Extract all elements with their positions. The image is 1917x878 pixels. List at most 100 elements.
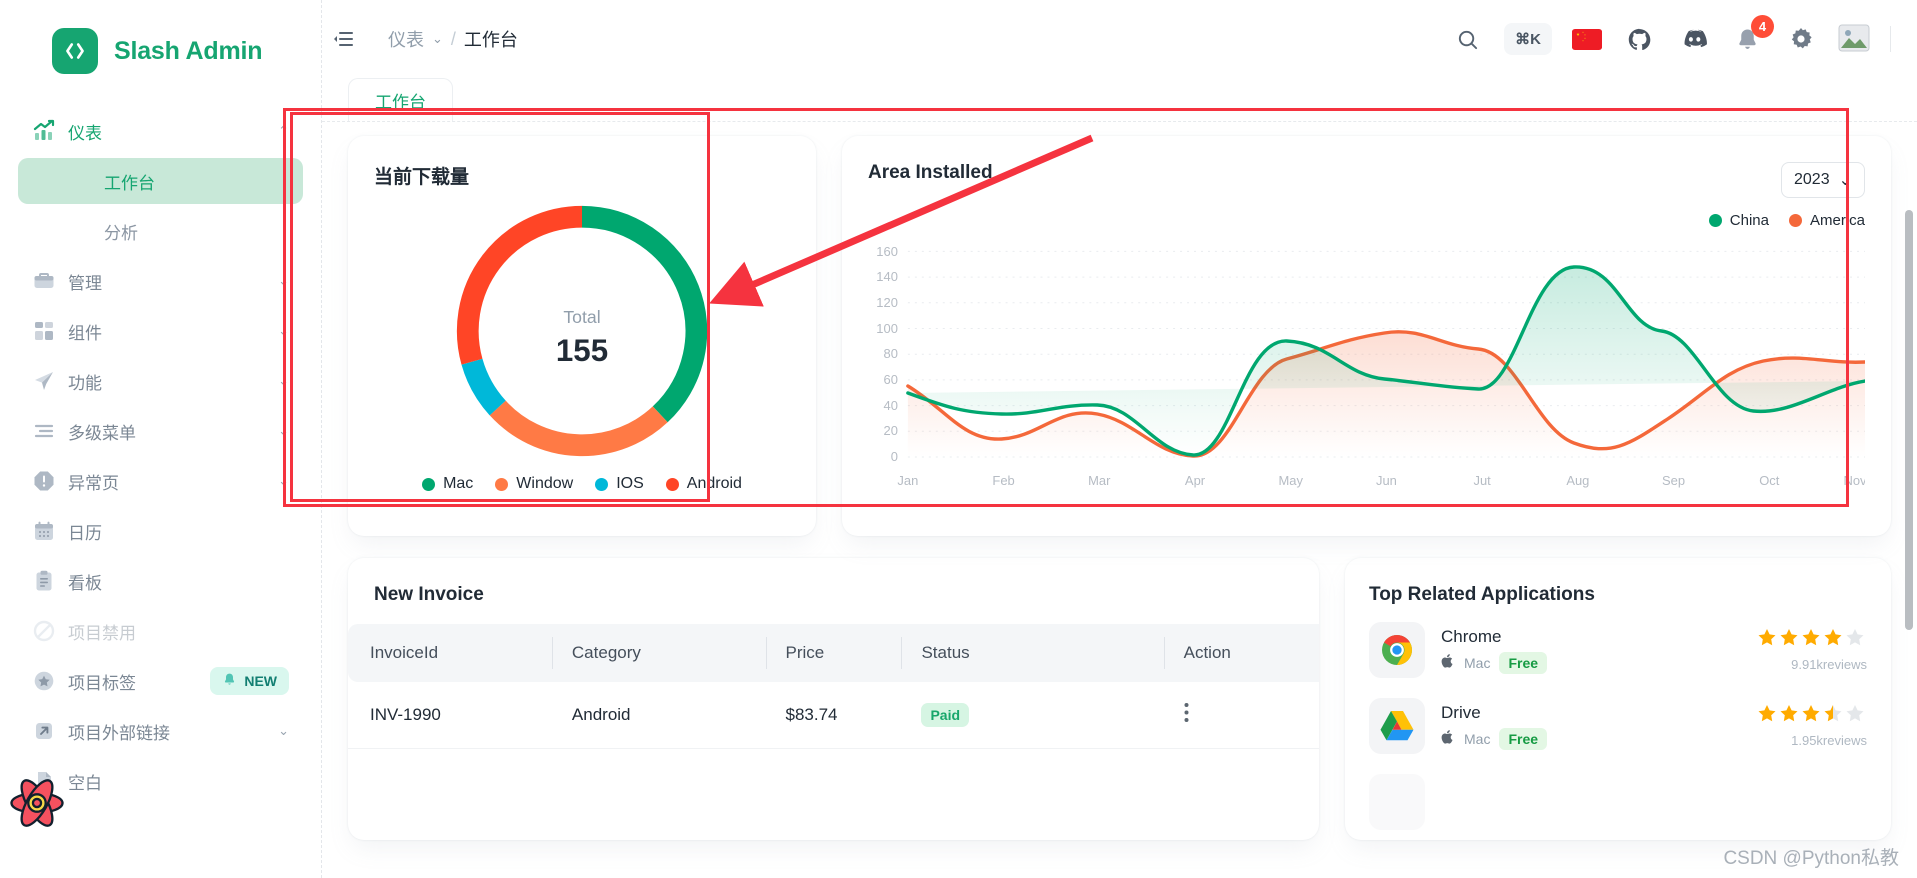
alert-octagon-icon xyxy=(32,469,68,493)
brand-name: Slash Admin xyxy=(114,36,263,65)
x-tick-label: Feb xyxy=(992,473,1014,488)
sidebar-item-analysis[interactable]: 分析 xyxy=(18,208,303,254)
sidebar-item-label: 多级菜单 xyxy=(68,423,136,443)
sidebar-item-label: 管理 xyxy=(68,273,102,293)
sidebar-item-disabled-project: 项目禁用 xyxy=(18,608,303,654)
legend-label: America xyxy=(1809,212,1865,229)
col-invoice-id: InvoiceId xyxy=(348,624,552,682)
legend-label: Mac xyxy=(443,475,474,492)
sidebar-item-functions[interactable]: 功能 ⌄ xyxy=(18,358,303,404)
sidebar-item-external-link[interactable]: 项目外部链接 ⌄ xyxy=(18,708,303,754)
list-item[interactable]: Drive Mac Free 1.95kreviews xyxy=(1369,688,1867,764)
legend-item-america[interactable]: America xyxy=(1788,212,1865,229)
y-tick-label: 0 xyxy=(891,449,898,464)
badge-label: NEW xyxy=(244,673,277,689)
gear-icon[interactable] xyxy=(1784,22,1818,56)
sidebar-item-label: 项目标签 xyxy=(68,673,136,693)
search-icon[interactable] xyxy=(1450,22,1484,56)
app-sub: Mac Free xyxy=(1441,651,1741,674)
app-reviews: 9.91kreviews xyxy=(1791,657,1867,672)
external-link-icon xyxy=(32,719,68,743)
chevron-down-icon: ⌄ xyxy=(278,423,289,438)
tab-bar: 工作台 xyxy=(322,78,1917,122)
topbar-actions: ⌘K 4 xyxy=(1450,15,1891,56)
app-price-badge: Free xyxy=(1499,651,1548,674)
status-badge: Paid xyxy=(921,703,970,727)
sidebar-subitem-label: 分析 xyxy=(104,223,138,243)
sidebar-item-multilevel-menu[interactable]: 多级菜单 ⌄ xyxy=(18,408,303,454)
col-category: Category xyxy=(551,624,766,682)
sidebar-item-label: 组件 xyxy=(68,323,102,343)
app-reviews: 1.95kreviews xyxy=(1791,733,1867,748)
area-installed-card: Area Installed 2023 ⌄ China America 0 20… xyxy=(842,136,1891,536)
sidebar: Slash Admin 仪表 ⌃ 工作台 分析 管理 ⌄ 组件 ⌄ 功能 ⌄ 多… xyxy=(0,0,322,878)
app-platform: Mac xyxy=(1464,730,1491,747)
donut-chart: Total 155 xyxy=(374,195,790,467)
sidebar-item-workbench[interactable]: 工作台 xyxy=(18,158,303,204)
legend-color-dot xyxy=(1708,214,1722,227)
legend-color-dot xyxy=(495,477,509,491)
year-select[interactable]: 2023 ⌄ xyxy=(1781,162,1865,198)
x-tick-label: Jut xyxy=(1474,473,1492,488)
content-area: 当前下载量 Total 155 Mac Window IOS Android A… xyxy=(322,122,1917,840)
sidebar-item-project-label[interactable]: 项目标签 NEW xyxy=(18,658,303,704)
sidebar-item-components[interactable]: 组件 ⌄ xyxy=(18,308,303,354)
react-logo-icon xyxy=(8,774,66,832)
breadcrumb-separator: / xyxy=(450,28,456,49)
table-row[interactable]: INV-1990 Android $83.74 Paid xyxy=(348,682,1319,749)
legend-item-window[interactable]: Window xyxy=(495,475,573,493)
sidebar-item-error-pages[interactable]: 异常页 ⌄ xyxy=(18,458,303,504)
app-price-badge: Free xyxy=(1499,727,1548,750)
legend-item-ios[interactable]: IOS xyxy=(595,475,644,493)
avatar[interactable] xyxy=(1838,24,1870,54)
tab-label: 工作台 xyxy=(375,93,426,112)
breadcrumb-parent[interactable]: 仪表 xyxy=(388,26,424,52)
legend-item-mac[interactable]: Mac xyxy=(422,475,473,493)
legend-label: Window xyxy=(516,475,574,492)
notifications-bell-icon[interactable]: 4 xyxy=(1730,15,1774,56)
china-flag-icon[interactable] xyxy=(1572,28,1602,50)
chrome-icon xyxy=(1369,622,1425,678)
sidebar-item-label: 看板 xyxy=(68,573,102,593)
chevron-down-icon[interactable]: ⌄ xyxy=(432,31,443,47)
row-actions-menu-icon[interactable] xyxy=(1184,703,1189,728)
sidebar-item-label: 功能 xyxy=(68,373,102,393)
legend-item-china[interactable]: China xyxy=(1708,212,1769,229)
y-tick-label: 60 xyxy=(883,372,897,387)
brand[interactable]: Slash Admin xyxy=(0,0,321,94)
x-tick-label: Oct xyxy=(1759,473,1780,488)
y-tick-label: 40 xyxy=(883,398,897,413)
charts-row: 当前下载量 Total 155 Mac Window IOS Android A… xyxy=(348,136,1891,536)
calendar-icon xyxy=(32,519,68,543)
legend-color-dot xyxy=(665,477,679,491)
app-name: Drive xyxy=(1441,702,1481,722)
x-tick-label: Mar xyxy=(1088,473,1111,488)
chevron-down-icon: ⌄ xyxy=(278,273,289,288)
list-item[interactable] xyxy=(1369,764,1867,840)
sidebar-item-kanban[interactable]: 看板 xyxy=(18,558,303,604)
star-rating-icon xyxy=(1757,628,1867,652)
area-card-title: Area Installed xyxy=(868,162,993,183)
invoice-table: InvoiceId Category Price Status Action I… xyxy=(348,624,1319,749)
bell-icon xyxy=(222,672,237,690)
app-platform: Mac xyxy=(1464,654,1491,671)
col-price: Price xyxy=(765,624,902,682)
discord-icon[interactable] xyxy=(1676,22,1710,56)
search-shortcut-button[interactable]: ⌘K xyxy=(1504,23,1552,55)
github-icon[interactable] xyxy=(1622,22,1656,56)
apple-icon xyxy=(1441,653,1455,672)
bottom-row: New Invoice InvoiceId Category Price Sta… xyxy=(348,558,1891,840)
legend-item-android[interactable]: Android xyxy=(665,475,742,493)
col-action: Action xyxy=(1163,624,1319,682)
chevron-down-icon: ⌄ xyxy=(278,473,289,488)
sidebar-item-management[interactable]: 管理 ⌄ xyxy=(18,258,303,304)
vertical-scrollbar[interactable] xyxy=(1905,210,1913,630)
sidebar-item-dashboard[interactable]: 仪表 ⌃ xyxy=(18,108,303,154)
legend-color-dot xyxy=(595,477,609,491)
chevron-down-icon: ⌄ xyxy=(278,323,289,338)
list-item[interactable]: Chrome Mac Free 9.91kreviews xyxy=(1369,612,1867,688)
sidebar-item-calendar[interactable]: 日历 xyxy=(18,508,303,554)
tab-workbench[interactable]: 工作台 xyxy=(348,78,453,122)
collapse-sidebar-icon[interactable] xyxy=(322,27,366,51)
x-tick-label: May xyxy=(1278,473,1303,488)
